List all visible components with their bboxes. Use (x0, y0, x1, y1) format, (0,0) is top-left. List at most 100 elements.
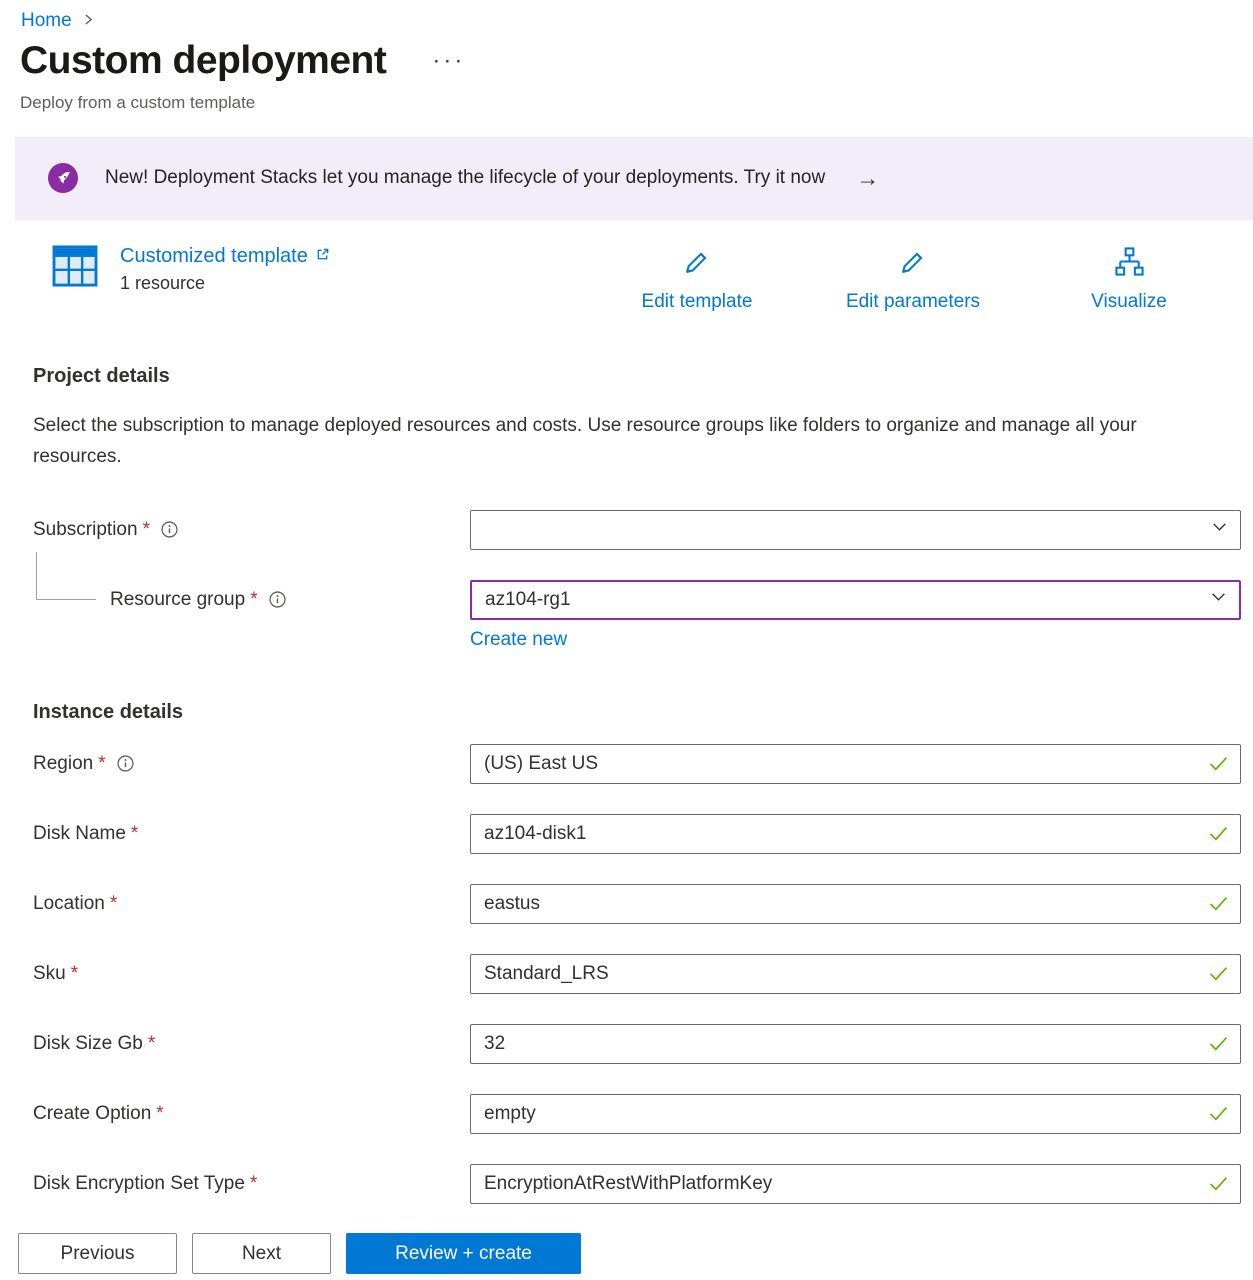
disk-size-gb-input[interactable]: 32 (470, 1024, 1241, 1064)
valid-check-icon (1209, 966, 1228, 981)
disk-name-input[interactable]: az104-disk1 (470, 814, 1241, 854)
rocket-icon (48, 163, 78, 193)
info-icon[interactable] (161, 521, 178, 538)
valid-check-icon (1209, 1036, 1228, 1051)
sku-input[interactable]: Standard_LRS (470, 954, 1241, 994)
pencil-icon (897, 245, 930, 284)
info-icon[interactable] (117, 755, 134, 772)
project-details-description: Select the subscription to manage deploy… (33, 410, 1183, 473)
instance-details-heading: Instance details (33, 701, 1241, 724)
disk-encryption-set-type-label-text: Disk Encryption Set Type (33, 1173, 245, 1195)
template-card: Customized template 1 resource Edit temp… (52, 245, 1237, 313)
required-asterisk: * (156, 1103, 163, 1125)
valid-check-icon (1209, 896, 1228, 911)
chevron-down-icon (1210, 588, 1227, 611)
review-create-button[interactable]: Review + create (346, 1233, 581, 1274)
external-link-icon (315, 245, 330, 268)
visualize-button[interactable]: Visualize (1021, 245, 1237, 313)
breadcrumb-home-link[interactable]: Home (21, 10, 72, 32)
edit-parameters-button[interactable]: Edit parameters (805, 245, 1021, 313)
required-asterisk: * (250, 1173, 257, 1195)
wizard-footer: Previous Next Review + create (0, 1206, 1253, 1280)
subscription-label: Subscription * (33, 519, 470, 541)
chevron-down-icon (1211, 518, 1228, 541)
location-label-text: Location (33, 893, 105, 915)
region-value: (US) East US (484, 753, 598, 775)
subscription-label-text: Subscription (33, 519, 138, 541)
sku-value: Standard_LRS (484, 963, 609, 985)
region-label: Region * (33, 753, 470, 775)
disk-name-label: Disk Name * (33, 823, 470, 845)
form-row-disk-size-gb: Disk Size Gb * 32 (33, 1024, 1241, 1064)
template-actions: Edit template Edit parameters Visualize (589, 245, 1237, 313)
disk-encryption-set-type-input[interactable]: EncryptionAtRestWithPlatformKey (470, 1164, 1241, 1204)
required-asterisk: * (250, 589, 257, 611)
form-row-subscription: Subscription * (33, 510, 1241, 550)
create-option-value: empty (484, 1103, 536, 1125)
disk-size-gb-value: 32 (484, 1033, 505, 1055)
info-icon[interactable] (269, 591, 286, 608)
valid-check-icon (1209, 826, 1228, 841)
valid-check-icon (1209, 1106, 1228, 1121)
required-asterisk: * (148, 1033, 155, 1055)
required-asterisk: * (71, 963, 78, 985)
project-details-heading: Project details (33, 365, 1241, 388)
customized-template-label: Customized template (120, 245, 308, 268)
resource-group-label-text: Resource group (110, 589, 245, 611)
disk-name-label-text: Disk Name (33, 823, 126, 845)
resource-group-dropdown[interactable]: az104-rg1 (470, 580, 1241, 620)
required-asterisk: * (131, 823, 138, 845)
create-new-link[interactable]: Create new (470, 629, 567, 650)
template-icon (52, 245, 98, 294)
customized-template-link[interactable]: Customized template (120, 245, 330, 268)
edit-template-button[interactable]: Edit template (589, 245, 805, 313)
page-title: Custom deployment (20, 40, 386, 83)
resource-count: 1 resource (120, 273, 330, 294)
subscription-dropdown[interactable] (470, 510, 1241, 550)
disk-size-gb-label-text: Disk Size Gb (33, 1033, 143, 1055)
form-row-region: Region * (US) East US (33, 744, 1241, 784)
location-value: eastus (484, 893, 540, 915)
sku-label: Sku * (33, 963, 470, 985)
resource-group-value: az104-rg1 (485, 589, 571, 611)
disk-encryption-set-type-label: Disk Encryption Set Type * (33, 1173, 470, 1195)
org-chart-icon (1113, 245, 1146, 284)
region-label-text: Region (33, 753, 93, 775)
resource-group-label: Resource group * (33, 589, 470, 611)
valid-check-icon (1209, 756, 1228, 771)
create-option-label-text: Create Option (33, 1103, 151, 1125)
edit-template-label: Edit template (642, 291, 753, 313)
disk-encryption-set-type-value: EncryptionAtRestWithPlatformKey (484, 1173, 772, 1195)
create-option-input[interactable]: empty (470, 1094, 1241, 1134)
required-asterisk: * (110, 893, 117, 915)
breadcrumb: Home (0, 0, 1253, 32)
form-row-disk-encryption-set-type: Disk Encryption Set Type * EncryptionAtR… (33, 1164, 1241, 1204)
breadcrumb-chevron-icon (84, 10, 93, 32)
form-row-sku: Sku * Standard_LRS (33, 954, 1241, 994)
form-row-create-option: Create Option * empty (33, 1094, 1241, 1134)
valid-check-icon (1209, 1176, 1228, 1191)
project-details-rows: Subscription * Resource group * (33, 510, 1241, 651)
tree-connector-line (36, 552, 96, 600)
arrow-right-icon[interactable]: → (856, 167, 879, 190)
visualize-label: Visualize (1091, 291, 1167, 313)
form-row-location: Location * eastus (33, 884, 1241, 924)
form-row-disk-name: Disk Name * az104-disk1 (33, 814, 1241, 854)
edit-parameters-label: Edit parameters (846, 291, 980, 313)
required-asterisk: * (98, 753, 105, 775)
form-row-create-new: Create new (33, 629, 1241, 651)
page-subtitle: Deploy from a custom template (0, 83, 1253, 113)
more-options-icon[interactable]: ··· (432, 47, 465, 83)
required-asterisk: * (143, 519, 150, 541)
form-row-resource-group: Resource group * az104-rg1 (33, 580, 1241, 620)
location-input[interactable]: eastus (470, 884, 1241, 924)
create-option-label: Create Option * (33, 1103, 470, 1125)
banner-message: New! Deployment Stacks let you manage th… (105, 167, 825, 189)
page-header: Custom deployment ··· (0, 32, 1253, 83)
deployment-stacks-banner[interactable]: New! Deployment Stacks let you manage th… (15, 137, 1253, 220)
disk-name-value: az104-disk1 (484, 823, 586, 845)
next-button[interactable]: Next (192, 1233, 331, 1274)
sku-label-text: Sku (33, 963, 66, 985)
region-input[interactable]: (US) East US (470, 744, 1241, 784)
previous-button[interactable]: Previous (18, 1233, 177, 1274)
